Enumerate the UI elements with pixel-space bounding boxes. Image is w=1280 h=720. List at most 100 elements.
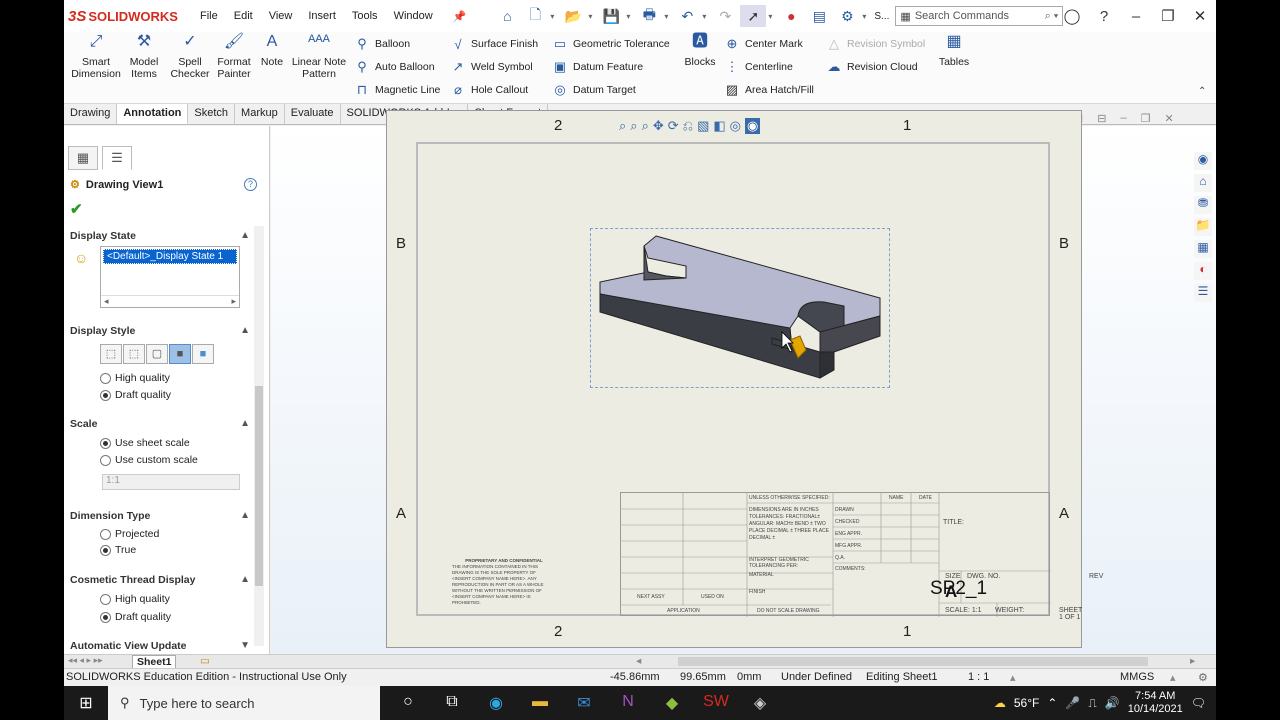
note-button[interactable]: A Note (258, 34, 286, 69)
microphone-icon[interactable]: 🎤 (1065, 696, 1080, 710)
home-icon[interactable]: ⌂ (494, 5, 520, 27)
balloon-button[interactable]: ⚲ Balloon (354, 34, 410, 54)
pan-icon[interactable]: ✥ (653, 118, 664, 134)
pin-icon[interactable]: 📌 (445, 10, 475, 23)
volume-icon[interactable]: 🔊 (1105, 696, 1120, 710)
file-explorer-icon[interactable]: ▬ (518, 693, 562, 713)
hole-callout-button[interactable]: ⌀ Hole Callout (450, 80, 528, 100)
use-custom-scale-radio[interactable]: Use custom scale (100, 454, 198, 466)
previous-view-icon[interactable]: ⎌ (683, 118, 693, 134)
sheet1-tab[interactable]: Sheet1 (132, 655, 177, 669)
panel-scrollbar[interactable] (254, 226, 264, 646)
new-document-icon[interactable]: 🗋 (522, 5, 548, 27)
format-painter-button[interactable]: 🖌 Format Painter (214, 34, 254, 81)
linear-note-pattern-button[interactable]: ᴬᴬᴬ Linear Note Pattern (290, 34, 348, 81)
minimize-icon[interactable]: – (1120, 8, 1152, 25)
display-style-icon[interactable]: ◧ (713, 118, 725, 134)
appearances-icon[interactable]: ◐ (1194, 262, 1212, 280)
view-palette-icon[interactable]: ▦ (1194, 240, 1212, 258)
shaded-with-edges-icon[interactable]: ■ (169, 344, 191, 364)
solidworks-taskbar-icon[interactable]: SW (694, 693, 738, 713)
ok-check-icon[interactable]: ✔ (70, 200, 83, 218)
h-scroll-right-icon[interactable]: ▸ (1190, 655, 1195, 667)
high-quality-radio[interactable]: High quality (100, 372, 170, 384)
auto-balloon-button[interactable]: ⚲ Auto Balloon (354, 57, 434, 77)
area-hatch-button[interactable]: ▨ Area Hatch/Fill (724, 80, 814, 100)
task-view-icon[interactable]: ⧉ (430, 693, 474, 713)
display-state-header[interactable]: Display State ▲ (70, 230, 250, 242)
open-icon[interactable]: 📂 (560, 5, 586, 27)
menu-file[interactable]: File (192, 10, 226, 23)
rotate-icon[interactable]: ⟳ (668, 118, 679, 134)
spell-checker-button[interactable]: ✓ Spell Checker (170, 34, 210, 81)
h-scrollbar[interactable] (678, 657, 1148, 666)
edrawings-icon[interactable]: ◈ (738, 693, 782, 713)
expand-chevron-icon[interactable]: ▼ (240, 640, 250, 652)
mail-icon[interactable]: ✉ (562, 693, 606, 713)
home-task-icon[interactable]: ⌂ (1194, 174, 1212, 192)
hidden-lines-removed-icon[interactable]: ▢ (146, 344, 168, 364)
units-up-icon[interactable]: ▴ (1170, 671, 1176, 684)
auto-view-update-header[interactable]: Automatic View Update ▼ (70, 640, 250, 652)
projected-radio[interactable]: Projected (100, 528, 159, 540)
tray-expand-icon[interactable]: ⌃ (1047, 696, 1057, 710)
menu-window[interactable]: Window (386, 10, 441, 23)
zoom-in-out-icon[interactable]: ⌕ (642, 118, 649, 134)
centerline-button[interactable]: ⋮ Centerline (724, 57, 793, 77)
property-manager-tab-icon[interactable]: ☰ (102, 146, 132, 170)
green-app-icon[interactable]: ◆ (650, 693, 694, 713)
collapse-chevron-icon[interactable]: ▲ (240, 230, 250, 242)
section-view-icon[interactable]: ▧ (697, 118, 709, 134)
file-properties-icon[interactable]: ▤ (806, 5, 832, 27)
save-icon[interactable]: 💾 (598, 5, 624, 27)
tab-evaluate[interactable]: Evaluate (285, 104, 341, 124)
scale-header[interactable]: Scale ▲ (70, 418, 250, 430)
revision-cloud-button[interactable]: ☁ Revision Cloud (826, 57, 918, 77)
menu-view[interactable]: View (261, 10, 301, 23)
h-scroll-left-icon[interactable]: ◂ (636, 655, 641, 667)
scale-up-icon[interactable]: ▴ (1010, 671, 1016, 684)
draft-quality-radio[interactable]: Draft quality (100, 389, 171, 401)
temperature[interactable]: 56°F (1014, 696, 1039, 710)
cosmetic-draft-quality-radio[interactable]: Draft quality (100, 611, 171, 623)
cosmetic-thread-header[interactable]: Cosmetic Thread Display ▲ (70, 574, 250, 586)
traffic-light-icon[interactable]: ● (778, 5, 804, 27)
tab-drawing[interactable]: Drawing (64, 104, 118, 124)
notifications-icon[interactable]: 🗨 (1191, 696, 1206, 710)
file-explorer-icon[interactable]: 📁 (1194, 218, 1212, 236)
custom-properties-icon[interactable]: ☰ (1194, 284, 1212, 302)
blocks-button[interactable]: 🅰 Blocks (684, 34, 716, 69)
display-style-header[interactable]: Display Style ▲ (70, 325, 250, 337)
collapse-chevron-icon[interactable]: ▲ (240, 418, 250, 430)
isometric-part-view[interactable] (594, 232, 894, 392)
onenote-icon[interactable]: N (606, 693, 650, 713)
dimension-type-header[interactable]: Dimension Type ▲ (70, 510, 250, 522)
feature-tree-tab-icon[interactable]: ▦ (68, 146, 98, 170)
doc-close-icon[interactable]: ✕ (1164, 112, 1173, 125)
edge-icon[interactable]: ◉ (474, 693, 518, 713)
surface-finish-button[interactable]: √ Surface Finish (450, 34, 538, 54)
display-state-list[interactable]: <Default>_Display State 1 ◂ ▸ (100, 246, 240, 308)
status-scale[interactable]: 1 : 1 (968, 671, 989, 683)
menu-edit[interactable]: Edit (226, 10, 261, 23)
undo-icon[interactable]: ↶ (674, 5, 700, 27)
datum-target-button[interactable]: ◎ Datum Target (552, 80, 636, 100)
redo-icon[interactable]: ↷ (712, 5, 738, 27)
doc-minimize-icon[interactable]: – (1120, 112, 1126, 125)
tables-button[interactable]: ▦ Tables (936, 34, 972, 69)
collapse-chevron-icon[interactable]: ▲ (240, 325, 250, 337)
taskbar-search[interactable]: ⚲ Type here to search (108, 686, 380, 720)
doc-pane2-icon[interactable]: ⊟ (1097, 112, 1106, 125)
menu-tools[interactable]: Tools (344, 10, 386, 23)
solidworks-logo[interactable]: 3S SOLIDWORKS (64, 8, 192, 25)
select-icon[interactable]: ➚ (740, 5, 767, 27)
search-commands-input[interactable]: ▦ Search Commands ⌕ ▾ (895, 6, 1064, 26)
sheet-nav-arrows[interactable]: ◂◂ ◂ ▸ ▸▸ (68, 655, 103, 666)
list-scrollbar[interactable]: ◂ ▸ (101, 295, 239, 307)
clock[interactable]: 7:54 AM 10/14/2021 (1128, 690, 1183, 716)
network-icon[interactable]: ⎍ (1088, 696, 1096, 711)
collapse-ribbon-icon[interactable]: ⌃ (1198, 86, 1206, 97)
model-items-button[interactable]: ⚒ Model Items (124, 34, 164, 81)
help-icon[interactable]: ? (1088, 8, 1120, 25)
true-radio[interactable]: True (100, 544, 136, 556)
